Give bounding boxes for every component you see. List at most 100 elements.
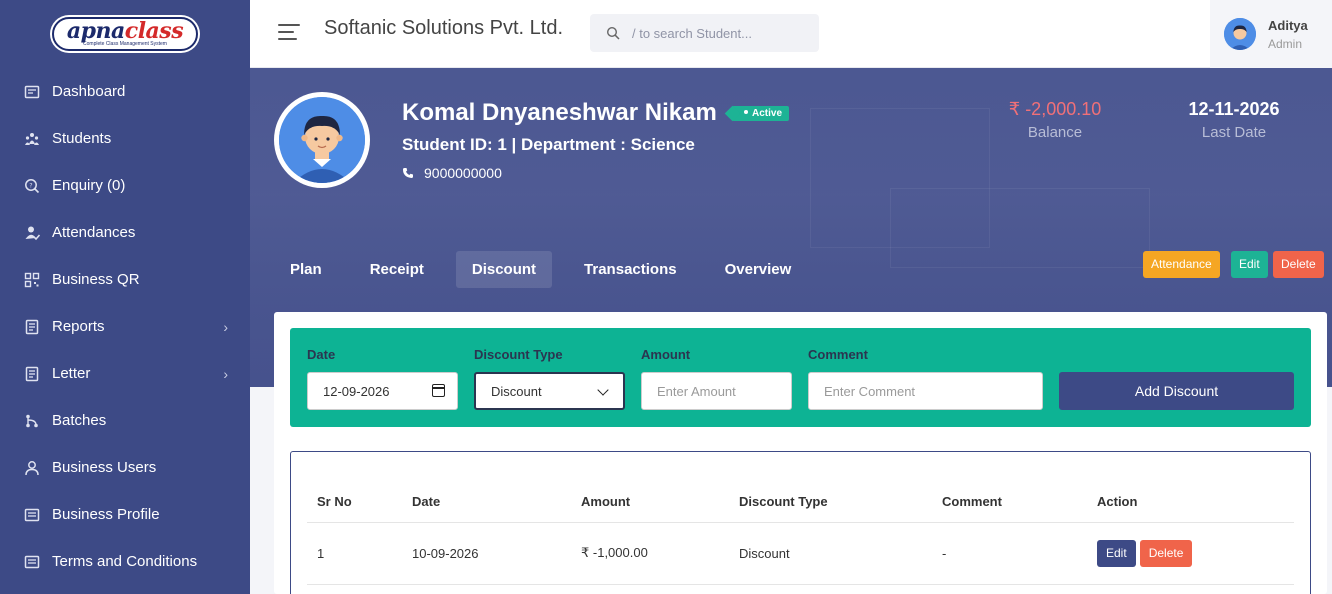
user-menu[interactable]: Aditya Admin <box>1210 0 1332 68</box>
profile-icon <box>24 507 40 523</box>
dashboard-icon <box>24 84 40 100</box>
student-id-department: Student ID: 1 | Department : Science <box>402 135 695 154</box>
sidebar-item-label: Attendances <box>52 224 136 241</box>
comment-field[interactable]: Enter Comment <box>808 372 1043 410</box>
sidebar-item-business-users[interactable]: Business Users <box>0 444 250 491</box>
sidebar-item-label: Letter <box>52 365 91 382</box>
attendance-icon <box>24 225 40 241</box>
sidebar-item-label: Business Profile <box>52 506 160 523</box>
chevron-right-icon: › <box>223 318 228 335</box>
sidebar-item-terms[interactable]: Terms and Conditions <box>0 538 250 585</box>
cell-amount: ₹ -1,000.00 <box>571 522 729 585</box>
status-badge-text: Active <box>752 108 783 119</box>
last-date-value: 12-11-2026 <box>1188 99 1280 119</box>
student-avatar <box>274 92 370 188</box>
sidebar-item-enquiry[interactable]: ? Enquiry (0) <box>0 162 250 209</box>
cell-action: Edit Delete <box>1087 522 1294 585</box>
student-name: Komal Dnyaneshwar Nikam <box>402 99 717 126</box>
sidebar-item-label: Reports <box>52 318 105 335</box>
cell-comment: - <box>932 522 1087 585</box>
sidebar-item-label: Terms and Conditions <box>52 553 198 570</box>
discount-type-label: Discount Type <box>474 347 563 362</box>
balance-value: ₹ -2,000.10 <box>1008 99 1102 119</box>
search-box[interactable] <box>590 14 819 52</box>
calendar-icon[interactable] <box>432 384 445 397</box>
delete-student-button[interactable]: Delete <box>1273 251 1324 278</box>
tab-discount[interactable]: Discount <box>455 251 553 288</box>
sidebar-nav: Dashboard Students ? Enquiry (0) Attenda… <box>0 68 250 585</box>
discount-type-value: Discount <box>491 383 542 399</box>
sidebar-item-reports[interactable]: Reports › <box>0 303 250 350</box>
sidebar-item-business-qr[interactable]: Business QR <box>0 256 250 303</box>
logo-tagline: Complete Class Management System <box>83 41 167 47</box>
column-header: Date <box>402 482 571 523</box>
status-badge: Active <box>732 106 790 121</box>
cell-date: 10-09-2026 <box>402 522 571 585</box>
column-header: Sr No <box>307 482 402 523</box>
phone-number: 9000000000 <box>424 165 502 181</box>
letter-icon <box>24 366 40 382</box>
sidebar-item-label: Business QR <box>52 271 140 288</box>
sidebar: apnaclass Complete Class Management Syst… <box>0 0 250 594</box>
student-phone: 9000000000 <box>402 165 502 181</box>
discount-type-select[interactable]: Discount <box>474 372 625 410</box>
profile-tabs: Plan Receipt Discount Transactions Overv… <box>274 251 823 288</box>
top-header: Softanic Solutions Pvt. Ltd. Aditya Admi… <box>250 0 1332 68</box>
sidebar-item-label: Batches <box>52 412 107 429</box>
tab-plan[interactable]: Plan <box>274 251 338 288</box>
svg-text:?: ? <box>29 182 32 189</box>
avatar <box>1224 18 1256 50</box>
tab-overview[interactable]: Overview <box>709 251 808 288</box>
hamburger-menu-icon[interactable] <box>278 24 300 42</box>
discount-form: Date 12-09-2026 Discount Type Discount A… <box>290 328 1311 427</box>
date-value: 12-09-2026 <box>323 383 390 399</box>
background-counter-decor <box>890 188 1150 268</box>
students-icon <box>24 131 40 147</box>
sidebar-item-batches[interactable]: Batches <box>0 397 250 444</box>
sidebar-item-business-profile[interactable]: Business Profile <box>0 491 250 538</box>
discount-table-container: Sr No Date Amount Discount Type Comment … <box>290 451 1311 594</box>
table-row: 1 10-09-2026 ₹ -1,000.00 Discount - Edit… <box>307 522 1294 585</box>
row-edit-button[interactable]: Edit <box>1097 539 1136 567</box>
amount-field[interactable]: Enter Amount <box>641 372 792 410</box>
company-name: Softanic Solutions Pvt. Ltd. <box>324 17 564 39</box>
last-date-stat: 12-11-2026 Last Date <box>1174 99 1294 141</box>
table-header-row: Sr No Date Amount Discount Type Comment … <box>307 482 1294 523</box>
sidebar-item-dashboard[interactable]: Dashboard <box>0 68 250 115</box>
attendance-button[interactable]: Attendance <box>1143 251 1220 278</box>
user-role: Admin <box>1268 36 1303 51</box>
date-label: Date <box>307 347 336 362</box>
reports-icon <box>24 319 40 335</box>
balance-label: Balance <box>1027 124 1083 141</box>
column-header: Amount <box>571 482 729 523</box>
sidebar-item-label: Dashboard <box>52 83 126 100</box>
last-date-label: Last Date <box>1201 124 1267 141</box>
cell-sr-no: 1 <box>307 522 402 585</box>
phone-icon <box>403 168 413 178</box>
sidebar-item-letter[interactable]: Letter › <box>0 350 250 397</box>
discount-table: Sr No Date Amount Discount Type Comment … <box>307 482 1294 585</box>
sidebar-item-attendances[interactable]: Attendances <box>0 209 250 256</box>
date-field[interactable]: 12-09-2026 <box>307 372 458 410</box>
tab-transactions[interactable]: Transactions <box>568 251 693 288</box>
sidebar-item-label: Students <box>52 130 112 147</box>
batches-icon <box>24 413 40 429</box>
column-header: Action <box>1087 482 1294 523</box>
add-discount-button[interactable]: Add Discount <box>1059 372 1294 410</box>
chevron-down-icon <box>597 384 609 396</box>
user-icon <box>24 460 40 476</box>
chevron-right-icon: › <box>223 365 228 382</box>
user-name: Aditya <box>1268 17 1308 33</box>
sidebar-item-label: Business Users <box>52 459 157 476</box>
app-logo[interactable]: apnaclass Complete Class Management Syst… <box>52 17 198 51</box>
sidebar-item-label: Enquiry (0) <box>52 177 126 194</box>
edit-student-button[interactable]: Edit <box>1231 251 1268 278</box>
tab-receipt[interactable]: Receipt <box>354 251 440 288</box>
balance-stat: ₹ -2,000.10 Balance <box>995 99 1115 141</box>
search-input[interactable] <box>632 25 802 41</box>
column-header: Discount Type <box>729 482 932 523</box>
row-delete-button[interactable]: Delete <box>1139 539 1193 567</box>
sidebar-item-students[interactable]: Students <box>0 115 250 162</box>
terms-icon <box>24 554 40 570</box>
column-header: Comment <box>932 482 1087 523</box>
